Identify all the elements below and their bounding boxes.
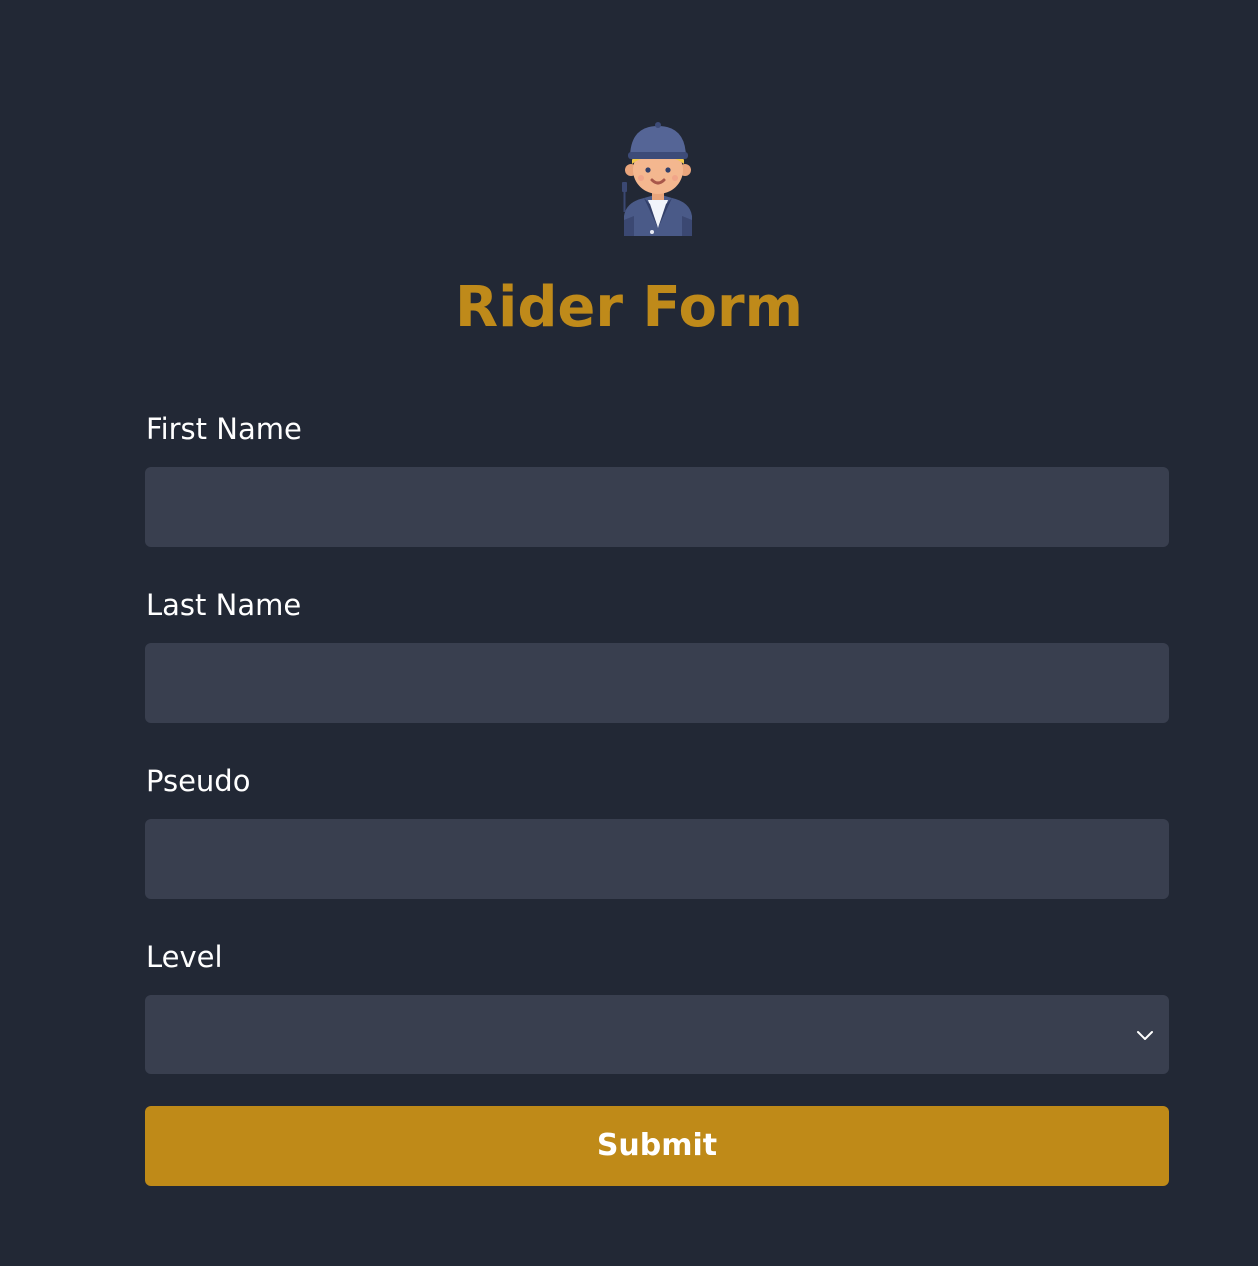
rider-avatar-icon xyxy=(614,120,702,240)
last-name-input[interactable] xyxy=(145,643,1169,723)
level-label: Level xyxy=(146,940,223,974)
last-name-label: Last Name xyxy=(146,588,302,622)
level-select[interactable] xyxy=(145,995,1169,1074)
chevron-down-icon xyxy=(1135,1025,1155,1045)
first-name-input[interactable] xyxy=(145,467,1169,547)
pseudo-input[interactable] xyxy=(145,819,1169,899)
first-name-label: First Name xyxy=(146,412,302,446)
page-title: Rider Form xyxy=(455,275,803,340)
submit-button[interactable]: Submit xyxy=(145,1106,1169,1186)
pseudo-label: Pseudo xyxy=(146,764,251,798)
